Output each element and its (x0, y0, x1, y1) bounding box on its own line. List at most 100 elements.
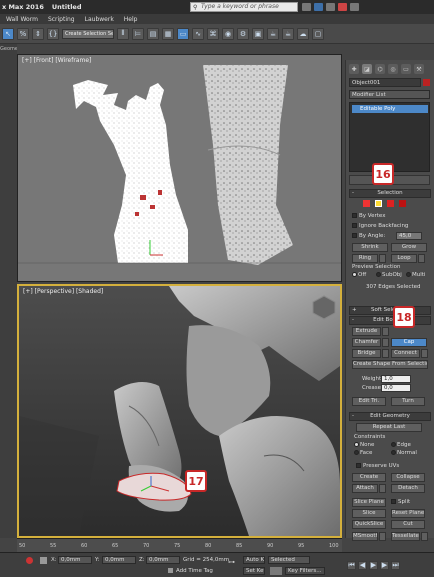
align-icon[interactable]: ⊨ (132, 27, 144, 40)
preview-off-radio[interactable] (352, 272, 357, 277)
constraint-normal-radio[interactable] (391, 450, 396, 455)
modify-tab-icon[interactable]: ◪ (362, 64, 372, 74)
perspective-viewport[interactable]: [+] [Perspective] [Shaded] (17, 284, 342, 538)
chamfer-settings-button[interactable] (382, 338, 389, 347)
search-input[interactable]: ⚲ Type a keyword or phrase (190, 2, 298, 12)
preview-off-option[interactable]: Off (352, 272, 366, 278)
msmooth-settings-button[interactable] (379, 532, 386, 541)
material-editor-icon[interactable]: ◉ (222, 27, 234, 40)
selected-dropdown[interactable]: Selected (268, 556, 310, 564)
connect-button[interactable]: Connect (391, 349, 420, 358)
render-active-icon[interactable]: ☕ (282, 27, 294, 40)
ring-button[interactable]: Ring (352, 254, 378, 263)
select-object-icon[interactable]: ↖ (2, 27, 14, 40)
edit-borders-rollout[interactable]: - Edit Borders (349, 316, 431, 325)
tessellate-button[interactable]: Tessellate (391, 532, 420, 541)
repeat-last-button[interactable]: Repeat Last (356, 423, 422, 432)
menu-scripting[interactable]: Scripting (48, 16, 75, 23)
selection-rollout[interactable]: - Selection (349, 189, 431, 198)
render-icon[interactable]: ☕ (267, 27, 279, 40)
hierarchy-tab-icon[interactable]: ⌬ (375, 64, 385, 74)
connect-settings-button[interactable] (421, 349, 428, 358)
slice-button[interactable]: Slice (352, 509, 386, 518)
go-to-start-icon[interactable]: ⏮ (347, 560, 356, 570)
preserve-uvs-option[interactable]: Preserve UVs (356, 463, 399, 469)
cap-button[interactable]: Cap (391, 338, 427, 347)
object-name-field[interactable]: Object001 (349, 78, 421, 87)
extrude-button[interactable]: Extrude (352, 327, 381, 336)
turn-button[interactable]: Turn (391, 397, 425, 406)
auto-key-button[interactable]: Auto Key (243, 556, 265, 564)
preview-multi-option[interactable]: Multi (406, 272, 425, 278)
user-icon[interactable] (326, 3, 335, 11)
layer-explorer-icon[interactable]: ▤ (147, 27, 159, 40)
element-mode-icon[interactable] (399, 200, 406, 207)
z-coordinate-field[interactable]: 0,0mm (146, 556, 180, 564)
geometry-tab[interactable]: Geometry (0, 44, 17, 54)
menu-laubwerk[interactable]: Laubwerk (85, 16, 114, 23)
ring-spinner[interactable] (379, 254, 386, 263)
collapse-button[interactable]: Collapse (391, 473, 425, 482)
by-vertex-checkbox[interactable] (352, 213, 357, 218)
schematic-view-icon[interactable]: ⌘ (207, 27, 219, 40)
bridge-button[interactable]: Bridge (352, 349, 381, 358)
edit-geometry-rollout[interactable]: - Edit Geometry (349, 412, 431, 421)
play-icon[interactable]: ▶ (369, 560, 378, 570)
loop-spinner[interactable] (418, 254, 425, 263)
infocenter-icon[interactable] (302, 3, 311, 11)
set-key-icon[interactable] (270, 567, 282, 575)
lock-selection-icon[interactable] (40, 557, 47, 564)
ignore-backfacing-checkbox[interactable] (352, 223, 357, 228)
constraint-edge-radio[interactable] (391, 442, 396, 447)
by-angle-spinner[interactable]: 45,0 (396, 232, 422, 240)
by-angle-option[interactable]: By Angle: (352, 233, 385, 239)
weight-spinner[interactable]: 1,0 (381, 375, 411, 383)
a360-icon[interactable]: ☁ (297, 27, 309, 40)
chamfer-button[interactable]: Chamfer (352, 338, 381, 347)
next-frame-icon[interactable]: ▶ (380, 560, 389, 570)
menu-help[interactable]: Help (124, 16, 138, 23)
x-coordinate-field[interactable]: 0,0mm (58, 556, 92, 564)
mirror-icon[interactable]: ⫴ (117, 27, 129, 40)
ignore-backfacing-option[interactable]: Ignore Backfacing (352, 223, 408, 229)
cut-button[interactable]: Cut (391, 520, 425, 529)
reset-plane-button[interactable]: Reset Plane (391, 509, 425, 518)
crease-spinner[interactable]: 0,0 (381, 384, 411, 392)
constraint-face-radio[interactable] (354, 450, 359, 455)
ribbon-icon[interactable]: ▭ (177, 27, 189, 40)
y-coordinate-field[interactable]: 0,0mm (102, 556, 136, 564)
polygon-mode-icon[interactable] (387, 200, 394, 207)
utilities-tab-icon[interactable]: ⚒ (414, 64, 424, 74)
front-viewport-label[interactable]: [+] [Front] [Wireframe] (22, 57, 91, 64)
toggle-scene-explorer-icon[interactable]: ▦ (162, 27, 174, 40)
selection-set-dropdown[interactable]: Create Selection Se (62, 28, 114, 39)
border-mode-icon[interactable] (375, 200, 382, 207)
tessellate-settings-button[interactable] (421, 532, 428, 541)
menu-wall-worm[interactable]: Wall Worm (6, 16, 38, 23)
msmooth-button[interactable]: MSmooth (352, 532, 378, 541)
previous-frame-icon[interactable]: ◀ (358, 560, 367, 570)
bridge-settings-button[interactable] (382, 349, 389, 358)
vertex-mode-icon[interactable] (363, 200, 370, 207)
detach-button[interactable]: Detach (391, 484, 425, 493)
constraint-none-radio[interactable] (354, 442, 359, 447)
spinner-snap-icon[interactable]: ⇕ (32, 27, 44, 40)
loop-button[interactable]: Loop (391, 254, 417, 263)
exchange-icon[interactable] (338, 3, 347, 11)
constraint-edge-option[interactable]: Edge (391, 442, 411, 448)
preview-subobj-radio[interactable] (376, 272, 381, 277)
constraint-normal-option[interactable]: Normal (391, 450, 417, 456)
perspective-viewport-label[interactable]: [+] [Perspective] [Shaded] (23, 288, 103, 295)
attach-settings-button[interactable] (379, 484, 386, 493)
quickslice-button[interactable]: QuickSlice (352, 520, 386, 529)
attach-button[interactable]: Attach (352, 484, 378, 493)
percent-snap-icon[interactable]: % (17, 27, 29, 40)
create-shape-button[interactable]: Create Shape From Selection (352, 360, 428, 369)
display-tab-icon[interactable]: ▭ (401, 64, 411, 74)
by-vertex-option[interactable]: By Vertex (352, 213, 385, 219)
add-time-tag-button[interactable]: Add Time Tag (176, 568, 213, 574)
object-color-swatch[interactable] (423, 79, 430, 86)
modifier-list-dropdown[interactable]: Modifier List (349, 90, 430, 99)
split-checkbox[interactable] (391, 499, 396, 504)
set-key-button[interactable]: Set Key (243, 567, 265, 575)
